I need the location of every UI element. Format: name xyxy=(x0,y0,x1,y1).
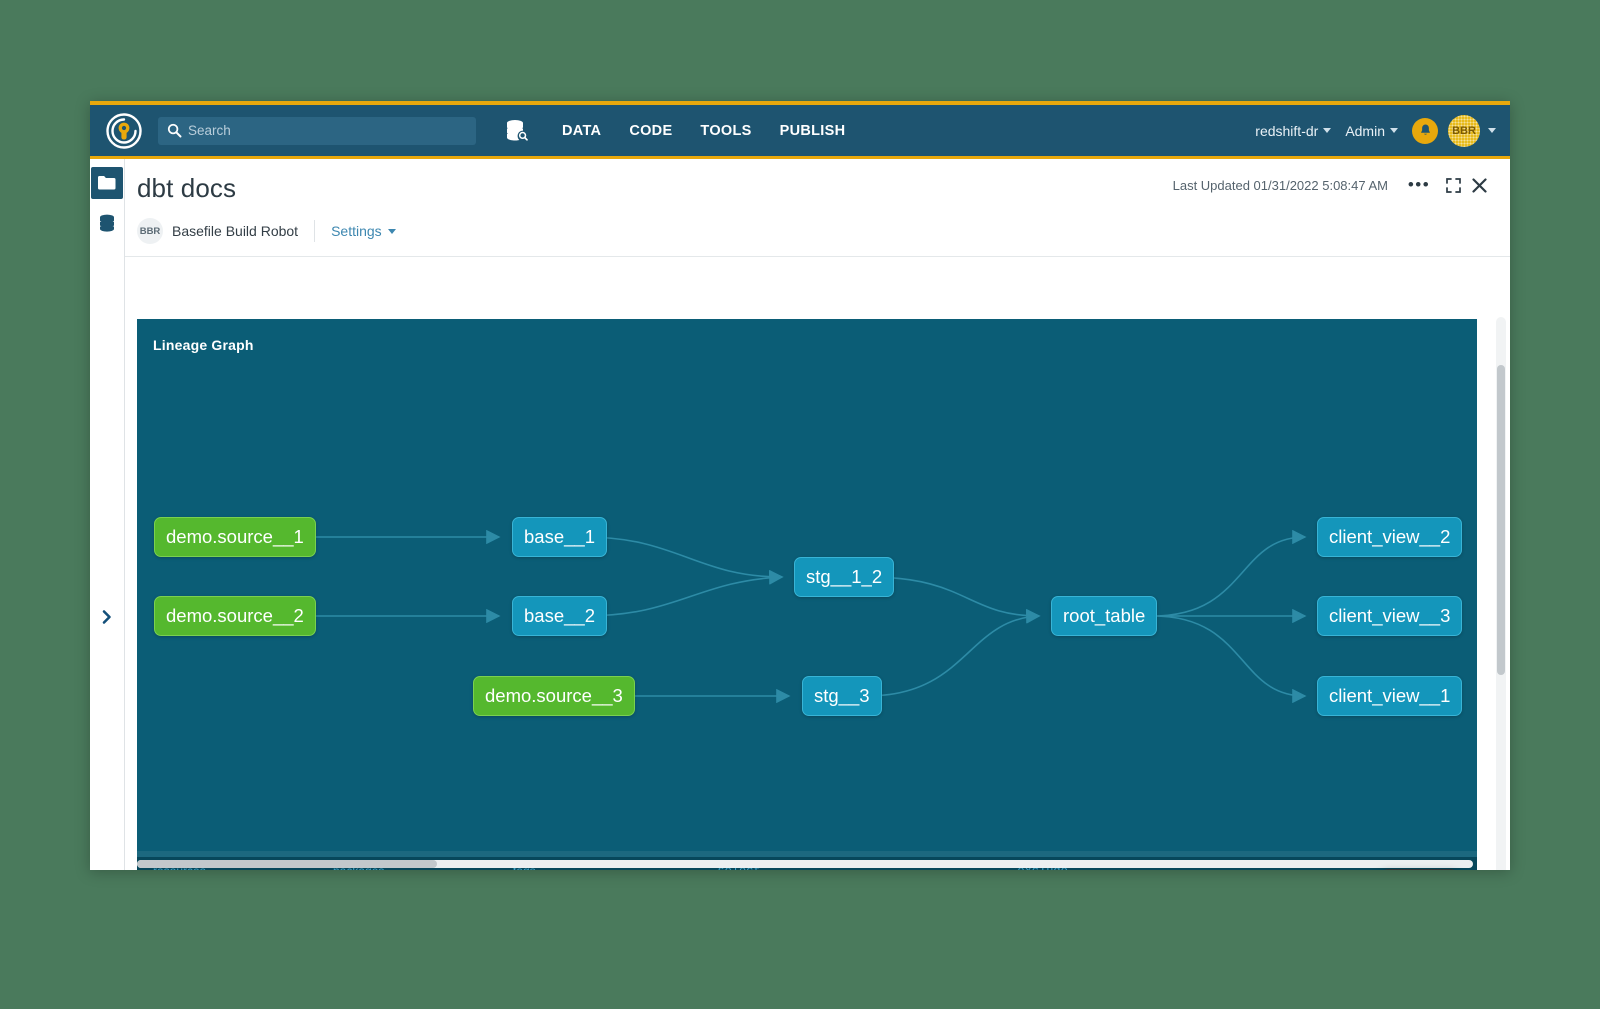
page-horizontal-scrollbar[interactable] xyxy=(137,860,1473,868)
lineage-node-stg-1-2[interactable]: stg__1_2 xyxy=(794,557,895,597)
page-meta-row: BBR Basefile Build Robot Settings xyxy=(137,218,1486,256)
page-vertical-scrollbar-thumb[interactable] xyxy=(1497,365,1505,675)
node-label: base__2 xyxy=(524,605,595,626)
node-label: client_view__3 xyxy=(1329,605,1451,626)
chevron-down-icon xyxy=(1390,128,1398,133)
settings-menu[interactable]: Settings xyxy=(331,223,396,239)
header-divider xyxy=(125,256,1510,257)
expand-sidebar-button[interactable] xyxy=(90,609,124,625)
lineage-node-client-view-1[interactable]: client_view__1 xyxy=(1317,676,1463,716)
nav-link-tools[interactable]: TOOLS xyxy=(686,117,765,145)
rail-item-folder[interactable] xyxy=(91,167,123,199)
top-navbar: DATA CODE TOOLS PUBLISH redshift-dr Admi… xyxy=(90,101,1510,159)
settings-label: Settings xyxy=(331,223,382,239)
avatar-initials: BBR xyxy=(1452,124,1476,137)
node-label: root_table xyxy=(1063,605,1146,626)
last-updated-text: Last Updated 01/31/2022 5:08:47 AM xyxy=(1172,177,1388,193)
lineage-node-demo-source-1[interactable]: demo.source__1 xyxy=(154,517,316,557)
global-search[interactable] xyxy=(158,116,476,145)
lineage-panel: Lineage Graph demo.source__1 demo.source… xyxy=(137,319,1477,870)
role-selector[interactable]: Admin xyxy=(1345,123,1398,139)
node-label: demo.source__3 xyxy=(485,685,623,706)
node-label: client_view__2 xyxy=(1329,526,1451,547)
folder-icon xyxy=(98,176,116,190)
node-label: stg__3 xyxy=(814,685,870,706)
node-label: demo.source__2 xyxy=(166,605,304,626)
connection-selector[interactable]: redshift-dr xyxy=(1255,122,1332,139)
workbench: dbt docs BBR Basefile Build Robot Settin… xyxy=(90,159,1510,870)
role-label: Admin xyxy=(1345,122,1385,139)
close-icon[interactable] xyxy=(1466,175,1492,195)
nav-link-code[interactable]: CODE xyxy=(615,117,686,145)
lineage-node-demo-source-2[interactable]: demo.source__2 xyxy=(154,596,316,636)
fullscreen-icon[interactable] xyxy=(1440,175,1466,195)
page-vertical-scrollbar[interactable] xyxy=(1496,317,1506,870)
avatar[interactable]: BBR xyxy=(1448,114,1480,147)
app-logo[interactable] xyxy=(104,111,144,151)
page-header: dbt docs BBR Basefile Build Robot Settin… xyxy=(125,159,1510,256)
database-search-icon[interactable] xyxy=(504,118,530,144)
chevron-right-icon xyxy=(102,610,111,624)
target-bulb-logo-icon xyxy=(106,112,142,149)
node-label: stg__1_2 xyxy=(806,566,883,587)
lineage-graph-canvas[interactable]: demo.source__1 demo.source__2 demo.sourc… xyxy=(137,319,1477,857)
notifications-button[interactable] xyxy=(1412,117,1438,144)
avatar-chevron-down-icon[interactable] xyxy=(1488,128,1496,133)
page-header-actions: Last Updated 01/31/2022 5:08:47 AM ••• xyxy=(1173,175,1492,195)
bell-icon xyxy=(1420,124,1430,135)
nav-link-data[interactable]: DATA xyxy=(548,117,615,145)
meta-divider xyxy=(314,220,316,242)
app-window: DATA CODE TOOLS PUBLISH redshift-dr Admi… xyxy=(90,101,1510,870)
owner-avatar: BBR xyxy=(137,218,163,244)
lineage-node-demo-source-3[interactable]: demo.source__3 xyxy=(473,676,635,716)
page-horizontal-scrollbar-thumb[interactable] xyxy=(137,860,437,868)
lineage-node-base-2[interactable]: base__2 xyxy=(512,596,607,636)
rail-item-database[interactable] xyxy=(91,207,123,239)
database-stack-icon xyxy=(100,214,114,232)
node-label: demo.source__1 xyxy=(166,526,304,547)
lineage-node-client-view-2[interactable]: client_view__2 xyxy=(1317,517,1463,557)
chevron-down-icon xyxy=(1323,128,1332,133)
main-nav: DATA CODE TOOLS PUBLISH xyxy=(548,117,859,145)
left-rail xyxy=(90,159,125,870)
search-icon xyxy=(167,123,182,137)
help-button[interactable]: ? Help xyxy=(1370,869,1469,870)
lineage-node-root-table[interactable]: root_table xyxy=(1051,596,1158,636)
lineage-node-base-1[interactable]: base__1 xyxy=(512,517,607,557)
navbar-right-group: redshift-dr Admin BBR xyxy=(1255,105,1496,156)
lineage-node-stg-3[interactable]: stg__3 xyxy=(802,676,882,716)
nav-link-publish[interactable]: PUBLISH xyxy=(766,117,860,145)
ellipsis-icon[interactable]: ••• xyxy=(1406,175,1432,195)
chevron-down-icon xyxy=(387,228,396,234)
content-area: dbt docs BBR Basefile Build Robot Settin… xyxy=(125,159,1510,870)
search-input[interactable] xyxy=(188,123,476,138)
node-label: base__1 xyxy=(524,526,595,547)
owner-name: Basefile Build Robot xyxy=(172,223,299,239)
owner-initials: BBR xyxy=(139,225,161,237)
lineage-node-client-view-3[interactable]: client_view__3 xyxy=(1317,596,1463,636)
node-label: client_view__1 xyxy=(1329,685,1451,706)
connection-label: redshift-dr xyxy=(1255,122,1319,139)
